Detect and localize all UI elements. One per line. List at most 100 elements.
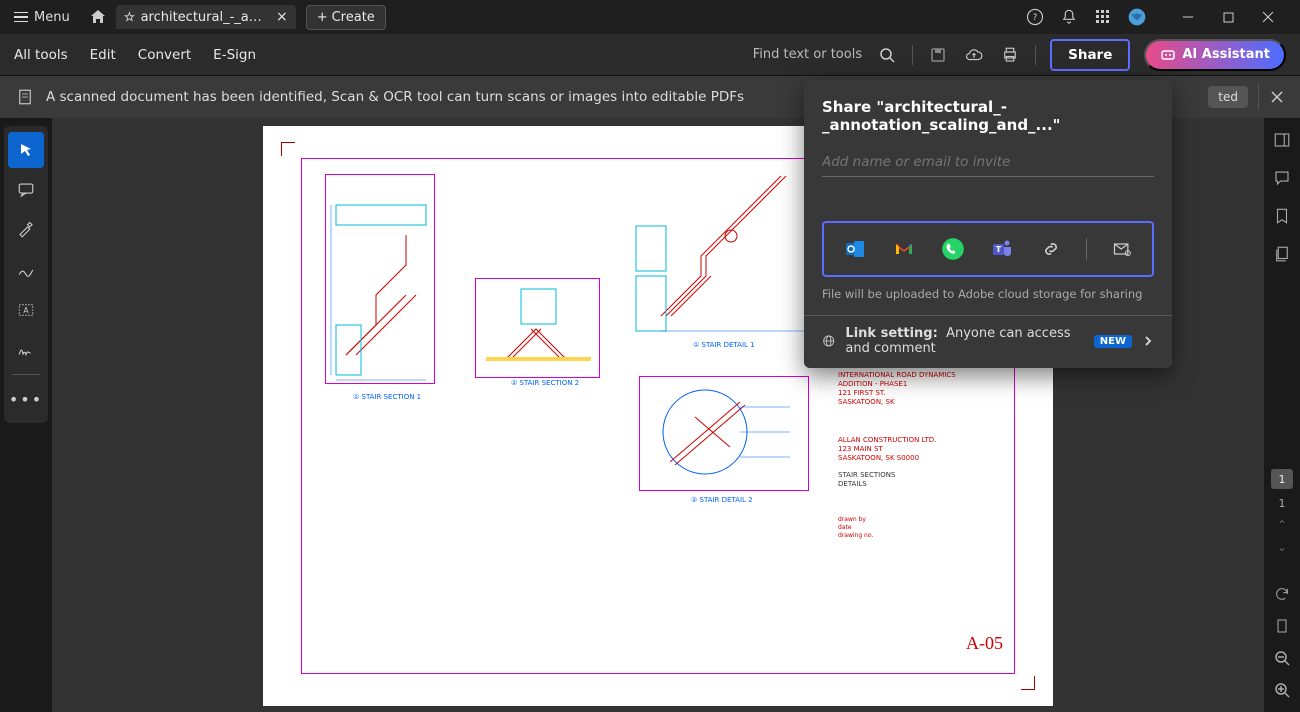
notifications-button[interactable] (1058, 6, 1080, 28)
email-attachment-share[interactable] (1108, 235, 1136, 263)
highlighter-icon (17, 221, 35, 239)
ai-icon (1160, 47, 1176, 63)
menu-label: Menu (34, 10, 70, 25)
page-prev[interactable]: ⌃ (1277, 518, 1287, 532)
chat-icon (1273, 169, 1291, 187)
page-fit-button[interactable] (1270, 614, 1294, 638)
teams-share[interactable]: T (988, 235, 1016, 263)
tab-title: architectural_-_annotati... (141, 10, 270, 25)
page-total: 1 (1279, 497, 1286, 510)
link-setting-row[interactable]: Link setting: Anyone can access and comm… (804, 315, 1172, 356)
teams-icon: T (990, 237, 1014, 261)
maximize-button[interactable] (1208, 3, 1248, 31)
link-setting-chevron[interactable] (1142, 335, 1154, 347)
search-button[interactable] (876, 44, 898, 66)
menu-button[interactable]: Menu (4, 6, 80, 29)
svg-text:T: T (995, 245, 1001, 254)
zoom-in-icon (1274, 682, 1290, 698)
create-button[interactable]: + Create (306, 5, 386, 30)
close-icon (1271, 91, 1283, 103)
stair-section-1 (326, 175, 436, 385)
convert-button[interactable]: Convert (138, 47, 191, 63)
all-tools-button[interactable]: All tools (14, 47, 68, 63)
home-button[interactable] (84, 3, 112, 31)
bookmark-panel[interactable] (1270, 204, 1294, 228)
signature-icon (17, 341, 35, 359)
page-current[interactable]: 1 (1271, 469, 1293, 489)
share-panel-title: Share "architectural_-_annotation_scalin… (822, 98, 1154, 134)
print-button[interactable] (999, 44, 1021, 66)
highlight-tool[interactable] (8, 212, 44, 248)
text-box-icon: A (17, 301, 35, 319)
stair-detail-2 (640, 377, 810, 492)
chevron-right-icon (1142, 335, 1154, 347)
new-badge: NEW (1094, 335, 1132, 348)
gmail-share[interactable] (890, 235, 918, 263)
get-started-button[interactable]: ted (1208, 86, 1248, 108)
text-tool[interactable]: A (8, 292, 44, 328)
globe-icon (1127, 7, 1147, 27)
esign-button[interactable]: E-Sign (213, 47, 256, 63)
more-tools[interactable]: ••• (8, 381, 44, 417)
ai-label: AI Assistant (1182, 47, 1270, 62)
help-icon: ? (1026, 8, 1044, 26)
print-icon (1001, 46, 1019, 64)
zoom-out-button[interactable] (1270, 646, 1294, 670)
globe-icon (822, 332, 835, 350)
whatsapp-icon (940, 236, 966, 262)
figure-label-1: ① STAIR SECTION 1 (353, 393, 421, 401)
cloud-button[interactable] (963, 44, 985, 66)
tab-close-button[interactable]: × (276, 9, 288, 25)
invite-input[interactable] (822, 148, 1154, 177)
contractor-text: ALLAN CONSTRUCTION LTD. 123 MAIN ST SASK… (838, 436, 936, 463)
cloud-upload-icon (965, 46, 983, 64)
mail-attach-icon (1112, 239, 1132, 259)
close-icon (1262, 11, 1274, 23)
stair-section-2 (476, 279, 601, 379)
sign-tool[interactable] (8, 332, 44, 368)
save-icon (930, 47, 946, 63)
ai-assistant-button[interactable]: AI Assistant (1144, 39, 1286, 71)
page-next[interactable]: ⌄ (1277, 540, 1287, 554)
dots-icon: ••• (9, 390, 43, 409)
copy-link-share[interactable] (1037, 235, 1065, 263)
svg-text:A: A (23, 306, 29, 315)
rotate-button[interactable] (1270, 582, 1294, 606)
search-label[interactable]: Find text or tools (753, 47, 862, 62)
help-button[interactable]: ? (1024, 6, 1046, 28)
rotate-icon (1274, 586, 1290, 602)
notification-close-button[interactable] (1258, 84, 1284, 110)
whatsapp-share[interactable] (939, 235, 967, 263)
account-button[interactable] (1126, 6, 1148, 28)
share-button[interactable]: Share (1050, 39, 1130, 71)
draw-icon (17, 261, 35, 279)
minimize-icon (1182, 11, 1194, 23)
comment-icon (17, 181, 35, 199)
save-button[interactable] (927, 44, 949, 66)
apps-button[interactable] (1092, 6, 1114, 28)
left-toolbar: A ••• (4, 126, 48, 423)
stair-detail-1 (631, 166, 816, 336)
chat-panel[interactable] (1270, 166, 1294, 190)
close-window-button[interactable] (1248, 3, 1288, 31)
bell-icon (1060, 8, 1078, 26)
sheet-text: STAIR SECTIONS DETAILS (838, 471, 895, 489)
outlook-share[interactable] (841, 235, 869, 263)
hamburger-icon (14, 12, 28, 23)
star-icon (124, 10, 135, 24)
zoom-out-icon (1274, 650, 1290, 666)
cursor-icon (18, 142, 34, 158)
comment-tool[interactable] (8, 172, 44, 208)
link-icon (1041, 239, 1061, 259)
gmail-icon (892, 237, 916, 261)
select-tool[interactable] (8, 132, 44, 168)
edit-button[interactable]: Edit (90, 47, 116, 63)
panel-toggle[interactable] (1270, 128, 1294, 152)
draw-tool[interactable] (8, 252, 44, 288)
zoom-in-button[interactable] (1270, 678, 1294, 702)
bookmark-icon (1273, 207, 1291, 225)
figure-label-3: ① STAIR DETAIL 1 (693, 341, 755, 349)
document-tab[interactable]: architectural_-_annotati... × (116, 5, 296, 29)
minimize-button[interactable] (1168, 3, 1208, 31)
pages-panel[interactable] (1270, 242, 1294, 266)
